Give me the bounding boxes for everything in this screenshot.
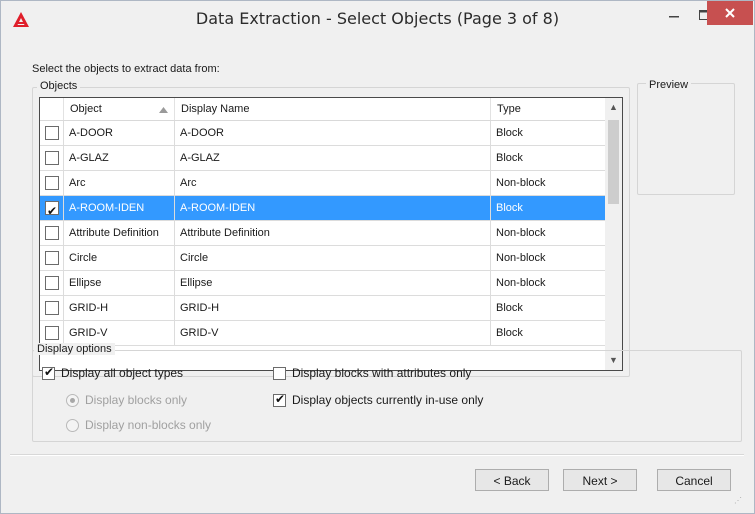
cell-object: Ellipse <box>64 271 175 295</box>
cell-object: A-DOOR <box>64 121 175 145</box>
cell-type: Block <box>496 327 523 339</box>
row-checkbox[interactable] <box>45 326 59 340</box>
cell-object: Attribute Definition <box>64 221 175 245</box>
instruction-text: Select the objects to extract data from: <box>32 63 220 75</box>
close-icon <box>725 8 735 18</box>
list-header: Object Display Name Type <box>40 98 605 121</box>
table-row[interactable]: GRID-H GRID-H Block <box>40 296 605 321</box>
in-use-only-label: Display objects currently in-use only <box>292 393 484 407</box>
scroll-up-arrow-icon[interactable]: ▲ <box>605 102 622 112</box>
cell-display-name: Circle <box>175 246 491 270</box>
scroll-thumb[interactable] <box>608 120 619 204</box>
header-checkbox-column <box>40 98 64 120</box>
row-checkbox-cell <box>40 221 64 245</box>
cell-display-name: GRID-H <box>175 296 491 320</box>
cell-object: A-GLAZ <box>64 146 175 170</box>
button-separator <box>10 454 744 456</box>
header-object[interactable]: Object <box>64 98 175 120</box>
row-checkbox-cell <box>40 171 64 195</box>
row-checkbox-cell <box>40 296 64 320</box>
row-checkbox[interactable] <box>45 176 59 190</box>
cell-type: Non-block <box>496 177 546 189</box>
data-extraction-dialog: Data Extraction - Select Objects (Page 3… <box>0 0 755 514</box>
checkmark-icon: ✔ <box>47 204 58 218</box>
cell-display-name: A-GLAZ <box>175 146 491 170</box>
row-checkbox-cell <box>40 246 64 270</box>
resize-grip-icon[interactable]: ⋰ <box>734 496 742 505</box>
list-scrollbar[interactable]: ▲ ▼ <box>605 98 622 370</box>
cell-type: Block <box>496 152 523 164</box>
objects-list[interactable]: Object Display Name Type A-DOOR A-DOOR Blo… <box>39 97 623 371</box>
table-row[interactable]: Attribute Definition Attribute Definition… <box>40 221 605 246</box>
cell-object: Circle <box>64 246 175 270</box>
cell-type: Block <box>496 127 523 139</box>
row-checkbox[interactable] <box>45 276 59 290</box>
minimize-icon <box>669 16 679 18</box>
row-checkbox[interactable] <box>45 126 59 140</box>
row-checkbox[interactable] <box>45 151 59 165</box>
cell-type: Non-block <box>496 227 546 239</box>
cell-object: Arc <box>64 171 175 195</box>
sort-ascending-icon <box>159 107 168 113</box>
checkmark-icon: ✔ <box>44 365 55 379</box>
table-row[interactable]: Arc Arc Non-block <box>40 171 605 196</box>
header-type[interactable]: Type <box>491 98 605 120</box>
row-checkbox[interactable] <box>45 301 59 315</box>
table-row[interactable]: A-DOOR A-DOOR Block <box>40 121 605 146</box>
cell-display-name: Arc <box>175 171 491 195</box>
cell-object: GRID-V <box>64 321 175 345</box>
table-row[interactable]: Ellipse Ellipse Non-block <box>40 271 605 296</box>
checkmark-icon: ✔ <box>275 392 286 406</box>
next-button[interactable]: Next > <box>563 469 637 491</box>
cell-object: A-ROOM-IDEN <box>64 196 175 220</box>
title-bar[interactable]: Data Extraction - Select Objects (Page 3… <box>1 1 754 39</box>
table-row[interactable]: A-GLAZ A-GLAZ Block <box>40 146 605 171</box>
table-row[interactable]: GRID-V GRID-V Block <box>40 321 605 346</box>
row-checkbox[interactable]: ✔ <box>45 201 59 218</box>
row-checkbox-cell <box>40 121 64 145</box>
header-display-name[interactable]: Display Name <box>175 98 491 120</box>
row-checkbox[interactable] <box>45 251 59 265</box>
cell-display-name: GRID-V <box>175 321 491 345</box>
display-blocks-only-label: Display blocks only <box>85 393 188 407</box>
cell-display-name: A-DOOR <box>175 121 491 145</box>
close-button[interactable] <box>707 1 753 25</box>
minimize-button[interactable] <box>659 1 689 29</box>
preview-box <box>637 83 735 195</box>
display-all-types-label: Display all object types <box>61 366 184 380</box>
cell-display-name: Attribute Definition <box>175 221 491 245</box>
dialog-body: Select the objects to extract data from:… <box>10 39 744 507</box>
cell-type: Non-block <box>496 252 546 264</box>
objects-group-label: Objects <box>37 80 81 92</box>
display-options-label: Display options <box>34 343 115 355</box>
display-all-types-checkbox[interactable]: ✔ <box>42 365 55 380</box>
cell-type: Block <box>496 302 523 314</box>
display-nonblocks-only-radio[interactable] <box>66 419 79 432</box>
preview-label: Preview <box>646 79 692 91</box>
table-row[interactable]: ✔ A-ROOM-IDEN A-ROOM-IDEN Block <box>40 196 605 221</box>
cell-display-name: Ellipse <box>175 271 491 295</box>
in-use-only-checkbox[interactable]: ✔ <box>273 392 286 407</box>
radio-selected-dot <box>70 398 75 403</box>
attributes-only-label: Display blocks with attributes only <box>292 366 472 380</box>
header-object-label: Object <box>70 103 102 115</box>
row-checkbox-cell: ✔ <box>40 196 64 220</box>
cell-display-name: A-ROOM-IDEN <box>175 196 491 220</box>
attributes-only-checkbox[interactable] <box>273 367 286 380</box>
display-blocks-only-radio[interactable] <box>66 394 79 407</box>
cell-type: Non-block <box>496 277 546 289</box>
cell-object: GRID-H <box>64 296 175 320</box>
row-checkbox-cell <box>40 146 64 170</box>
cell-type: Block <box>496 202 523 214</box>
row-checkbox-cell <box>40 321 64 345</box>
row-checkbox[interactable] <box>45 226 59 240</box>
table-row[interactable]: Circle Circle Non-block <box>40 246 605 271</box>
display-nonblocks-only-label: Display non-blocks only <box>85 418 212 432</box>
cancel-button[interactable]: Cancel <box>657 469 731 491</box>
back-button[interactable]: < Back <box>475 469 549 491</box>
window-title: Data Extraction - Select Objects (Page 3… <box>195 9 560 28</box>
row-checkbox-cell <box>40 271 64 295</box>
